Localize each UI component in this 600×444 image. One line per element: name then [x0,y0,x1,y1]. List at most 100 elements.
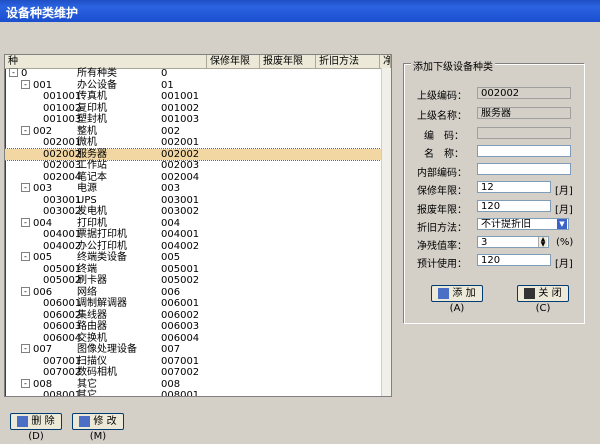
row-code-value: 002 [161,125,181,137]
table-row[interactable]: 008001 其它 008001 [5,390,391,397]
window-titlebar: 设备种类维护 [0,0,600,22]
table-row[interactable]: 004001 票据打印机 004001 [5,229,391,241]
table-row[interactable]: 006002 集线器 006002 [5,310,391,322]
row-name: 打印机 [77,217,107,229]
close-button-label: 关 闭(C) [535,288,562,314]
table-row[interactable]: 005001 终端 005001 [5,264,391,276]
residual-stepper[interactable]: 3 ▲ ▼ [477,236,549,248]
internal-code-label: 内部编码： [417,168,467,179]
row-name: 其它 [77,390,97,397]
table-row[interactable]: 004002 办公打印机 004002 [5,241,391,253]
table-row[interactable]: -005 终端类设备 005 [5,252,391,264]
table-row[interactable]: -004 打印机 004 [5,217,391,230]
table-row[interactable]: 007002 数码相机 007002 [5,367,391,379]
tree-expander-icon[interactable]: - [21,344,30,353]
row-code-value: 002002 [161,148,200,160]
table-row[interactable]: 001003 塑封机 001003 [5,114,391,126]
table-row[interactable]: 001001 传真机 001001 [5,91,391,103]
row-code-value: 003 [161,183,181,194]
table-row[interactable]: 003001 UPS 003001 [5,195,391,207]
row-code: 008 [33,378,53,390]
row-name: 图像处理设备 [77,344,137,355]
row-code: 002001 [43,137,82,148]
depreciation-label: 折旧方法： [417,223,467,234]
chevron-down-icon[interactable]: ▼ [557,219,567,229]
table-row[interactable]: 002002 服务器 002002 [5,147,391,161]
table-row[interactable]: -002 整机 002 [5,125,391,138]
table-row[interactable]: 002001 微机 002001 [5,137,391,149]
window-title: 设备种类维护 [6,6,79,20]
residual-unit: (%) [556,237,574,248]
table-row[interactable]: -007 图像处理设备 007 [5,344,391,356]
table-row[interactable]: 002004 笔记本 002004 [5,172,391,184]
table-row[interactable]: 001002 复印机 001002 [5,103,391,115]
depreciation-value: 不计提折旧 [481,219,531,230]
table-row[interactable]: 007001 扫描仪 007001 [5,356,391,368]
table-row[interactable]: -001 办公设备 01 [5,79,391,92]
edit-icon [79,415,91,427]
table-row[interactable]: -008 其它 008 [5,378,391,391]
row-code-value: 002003 [161,160,200,171]
row-code: 0 [21,68,28,79]
tree-expander-icon[interactable]: - [21,252,30,261]
row-code: 006002 [43,309,82,321]
grid-vertical-scrollbar[interactable] [381,68,391,396]
tree-expander-icon[interactable]: - [21,183,30,192]
row-code-value: 007002 [161,367,200,378]
tree-expander-icon[interactable]: - [21,286,30,296]
depreciation-select[interactable]: 不计提折旧 ▼ [477,218,569,230]
parent-code-label: 上级编码： [417,91,467,102]
add-icon [438,287,450,299]
expected-use-label: 预计使用： [417,259,467,270]
row-code: 004001 [43,229,82,240]
column-header-scrap[interactable]: 报废年限 [260,55,316,68]
table-row[interactable]: 006004 交换机 006004 [5,333,391,345]
row-name: 电源 [77,183,97,194]
table-row[interactable]: 003002 发电机 003002 [5,206,391,218]
row-code-value: 01 [161,79,174,91]
name-input[interactable] [477,145,571,157]
row-code: 005 [33,252,53,263]
stepper-arrows-icon[interactable]: ▲ ▼ [538,237,547,247]
delete-button-label: 删 除(D) [28,416,55,442]
scrap-unit: [月] [555,205,573,216]
modify-button[interactable]: 修 改(M) [72,413,124,442]
row-name: 办公设备 [77,79,117,91]
column-header-depreciation[interactable]: 折旧方法 [316,55,380,68]
row-code: 001001 [43,91,82,102]
delete-button[interactable]: 删 除(D) [10,413,62,442]
tree-expander-icon[interactable]: - [21,125,30,135]
table-row[interactable]: 006003 路由器 006003 [5,321,391,333]
tree-expander-icon[interactable]: - [9,68,18,77]
close-button[interactable]: 关 闭(C) [517,285,569,314]
table-row[interactable]: -003 电源 003 [5,183,391,195]
add-button[interactable]: 添 加(A) [431,285,483,314]
row-code-value: 006 [161,286,181,298]
table-row[interactable]: -006 网络 006 [5,286,391,299]
row-code-value: 005002 [161,275,200,286]
tree-expander-icon[interactable]: - [21,79,30,89]
tree-expander-icon[interactable]: - [21,378,30,388]
table-row[interactable]: 005002 刷卡器 005002 [5,275,391,287]
column-header-residual[interactable]: 净 [380,55,391,68]
category-tree-grid[interactable]: 种 保修年限 报废年限 折旧方法 净 -0所有种类0-001办公设备010010… [4,54,392,397]
warranty-input[interactable]: 12 [477,181,551,193]
row-name: 复印机 [77,102,107,114]
close-icon [524,287,536,299]
column-header-type[interactable]: 种 [5,55,207,68]
row-name: 所有种类 [77,68,117,79]
internal-code-input[interactable] [477,163,571,175]
table-row[interactable]: 002003 工作站 002003 [5,160,391,172]
row-name: 交换机 [77,332,107,344]
scrap-input[interactable]: 120 [477,200,551,212]
column-header-warranty[interactable]: 保修年限 [207,55,260,68]
tree-expander-icon[interactable]: - [21,217,30,227]
row-code: 007001 [43,355,82,367]
row-code: 002002 [43,148,82,160]
table-row[interactable]: -0 所有种类 0 [5,68,391,80]
add-subcategory-panel: 添加下级设备种类 上级编码： 002002 上级名称： 服务器 编 码： 名 称… [404,58,585,324]
row-code-value: 004001 [161,229,200,240]
table-row[interactable]: 006001 调制解调器 006001 [5,298,391,310]
expected-use-input[interactable]: 120 [477,254,551,266]
row-code: 006004 [43,332,82,344]
